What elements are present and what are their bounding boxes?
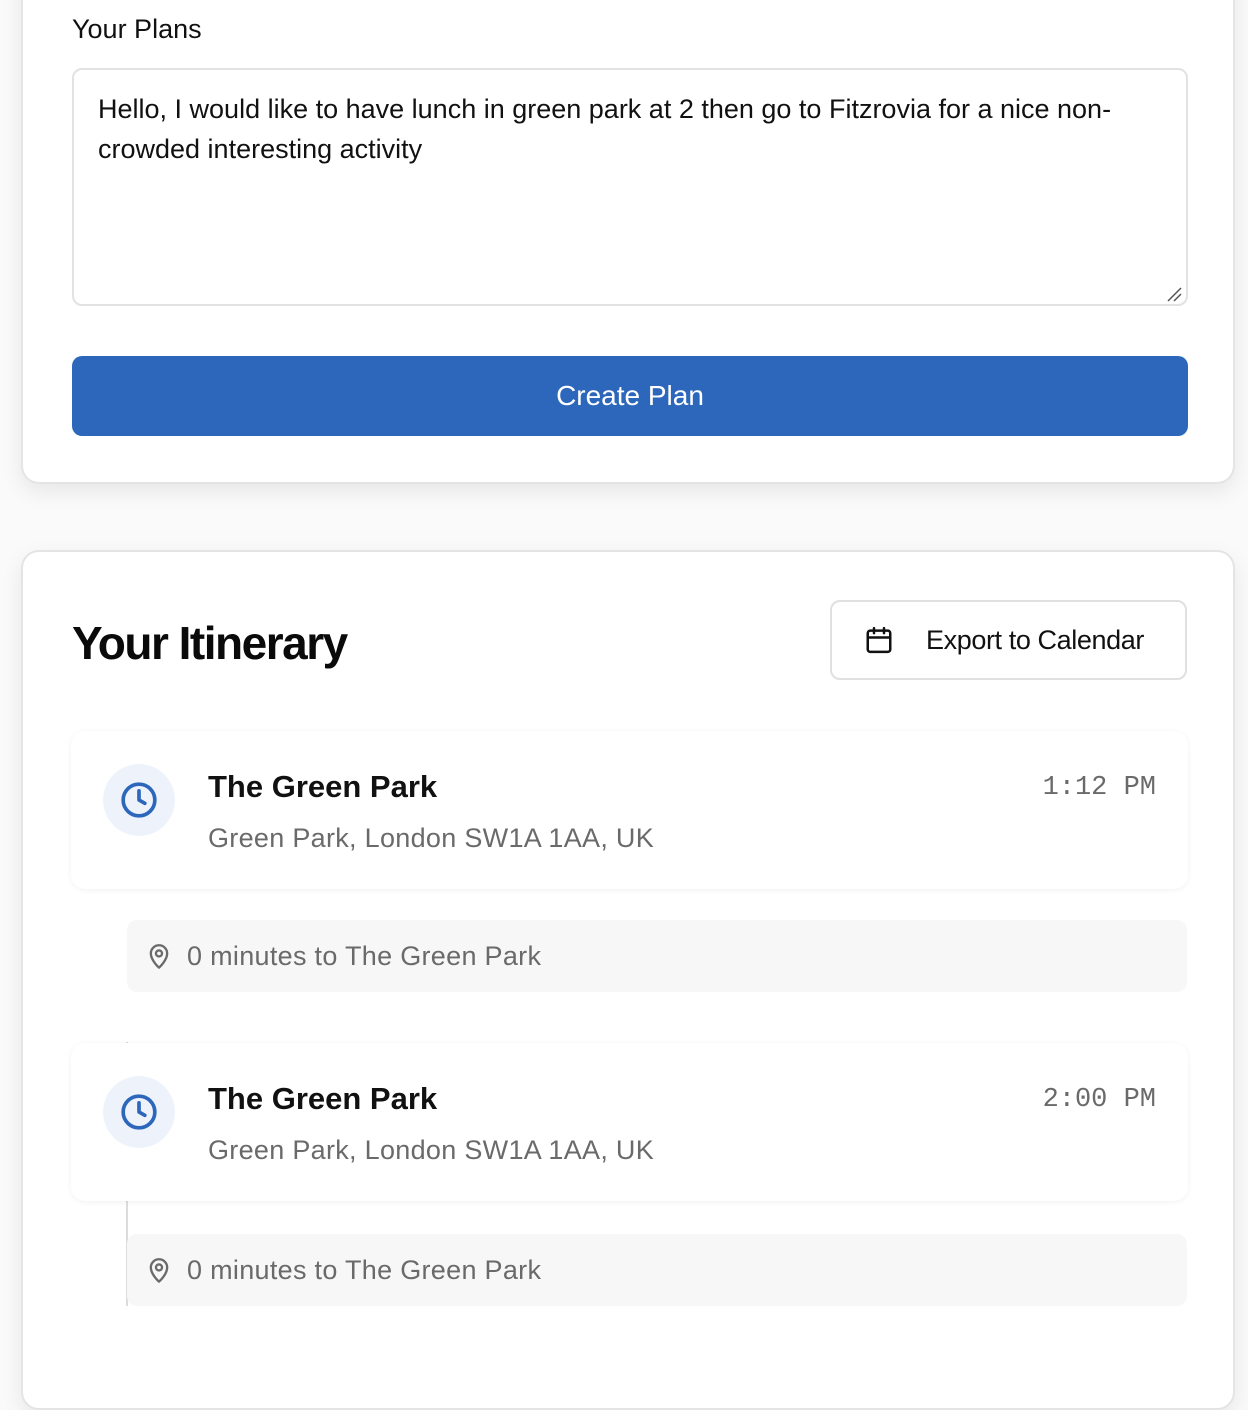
travel-text: 0 minutes to The Green Park	[187, 1254, 542, 1285]
map-pin-icon	[149, 944, 169, 969]
clock-icon-badge	[103, 764, 175, 836]
calendar-icon	[866, 626, 892, 654]
export-button-label: Export to Calendar	[926, 624, 1144, 655]
clock-icon-badge	[103, 1076, 175, 1148]
resize-handle-icon[interactable]	[1166, 286, 1182, 302]
plans-label: Your Plans	[72, 14, 202, 44]
plans-card: Your Plans Hello, I would like to have l…	[21, 0, 1235, 484]
plans-textarea[interactable]: Hello, I would like to have lunch in gre…	[72, 68, 1188, 306]
travel-info: 0 minutes to The Green Park	[127, 1234, 1187, 1306]
create-plan-button[interactable]: Create Plan	[72, 356, 1188, 436]
map-pin-icon	[149, 1258, 169, 1283]
clock-icon	[121, 782, 157, 818]
event-address: Green Park, London SW1A 1AA, UK	[208, 1135, 655, 1165]
itinerary-title: Your Itinerary	[72, 617, 348, 669]
event-time: 1:12 PM	[1042, 773, 1156, 803]
itinerary-event[interactable]: The Green Park Green Park, London SW1A 1…	[71, 1043, 1188, 1201]
clock-icon	[121, 1094, 157, 1130]
export-to-calendar-button[interactable]: Export to Calendar	[830, 600, 1187, 680]
itinerary-event[interactable]: The Green Park Green Park, London SW1A 1…	[71, 731, 1188, 889]
itinerary-card: Your Itinerary Export to Calendar The Gr…	[21, 550, 1235, 1410]
event-name: The Green Park	[208, 1081, 438, 1116]
event-name: The Green Park	[208, 769, 438, 804]
event-time: 2:00 PM	[1042, 1085, 1156, 1115]
event-address: Green Park, London SW1A 1AA, UK	[208, 823, 655, 853]
travel-text: 0 minutes to The Green Park	[187, 940, 542, 971]
travel-info: 0 minutes to The Green Park	[127, 920, 1187, 992]
